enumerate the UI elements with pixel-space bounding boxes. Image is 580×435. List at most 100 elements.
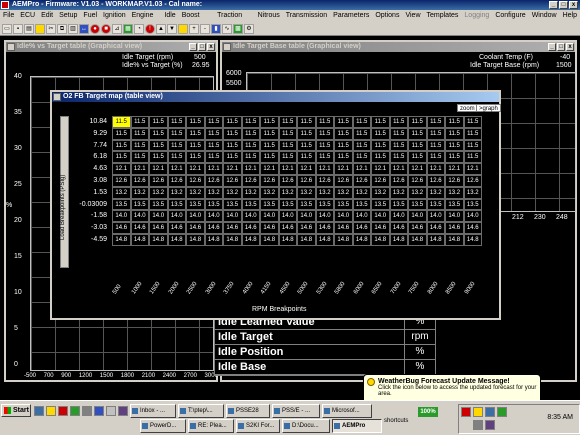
map-cell[interactable]: 11.5	[167, 127, 186, 140]
map-cell[interactable]: 11.5	[334, 151, 353, 164]
menu-engine-start[interactable]: Engine Start	[129, 10, 162, 31]
app-launch-icon[interactable]	[58, 406, 68, 416]
map-cell[interactable]: 11.5	[389, 116, 408, 128]
map-cell[interactable]: 14.8	[130, 233, 149, 246]
menu-templates[interactable]: Templates	[424, 10, 462, 22]
rpm-breakpoint[interactable]: 5000	[297, 277, 313, 295]
map-cell[interactable]: 14.6	[297, 222, 316, 234]
map-cell[interactable]: 12.6	[408, 174, 427, 187]
connect-icon[interactable]: ↔	[79, 23, 89, 34]
printer-icon[interactable]	[485, 420, 495, 430]
map-cell[interactable]: 13.5	[445, 198, 464, 211]
settings-icon[interactable]: ⚙	[244, 23, 254, 34]
map-cell[interactable]: 14.0	[130, 210, 149, 223]
map-cell[interactable]: 13.2	[260, 186, 279, 199]
map-cell[interactable]: 14.8	[463, 233, 482, 246]
rpm-breakpoint[interactable]: 4150	[260, 277, 276, 295]
map-cell[interactable]: 11.5	[426, 127, 445, 140]
map-cell[interactable]: 14.8	[389, 233, 408, 246]
map-cell[interactable]: 14.8	[371, 233, 390, 246]
o2-map-title-bar[interactable]: O2 FB Target map (table view)	[52, 92, 499, 102]
map-cell[interactable]: 12.1	[334, 163, 353, 175]
map-cell[interactable]: 11.5	[112, 116, 131, 128]
map-cell[interactable]: 14.6	[334, 222, 353, 234]
map-cell[interactable]: 11.5	[445, 127, 464, 140]
minimize-button[interactable]: _	[548, 43, 556, 51]
map-cell[interactable]: 13.2	[445, 186, 464, 199]
map-cell[interactable]: 12.1	[297, 163, 316, 175]
map-cell[interactable]: 14.0	[223, 210, 242, 223]
map-cell[interactable]: 13.5	[352, 198, 371, 211]
cut-icon[interactable]: ✂	[46, 23, 56, 34]
load-breakpoint[interactable]: 7.74	[72, 140, 110, 152]
load-breakpoint[interactable]: -4.59	[72, 234, 110, 246]
rpm-breakpoint[interactable]: 3000	[205, 277, 221, 295]
tray-alert-icon[interactable]	[461, 407, 471, 417]
map-cell[interactable]: 12.6	[167, 174, 186, 187]
map-cell[interactable]: 11.5	[223, 139, 242, 152]
load-breakpoint[interactable]: 3.08	[72, 175, 110, 187]
map-cell[interactable]: 11.5	[204, 116, 223, 128]
map-cell[interactable]: 13.2	[334, 186, 353, 199]
menu-parameters[interactable]: Parameters	[330, 10, 372, 22]
map-cell[interactable]: 13.2	[371, 186, 390, 199]
map-cell[interactable]: 11.5	[112, 139, 131, 152]
alert-icon[interactable]: !	[145, 23, 155, 34]
key-icon[interactable]	[178, 23, 188, 34]
start-button[interactable]: Start	[1, 404, 31, 417]
map-cell[interactable]: 12.6	[223, 174, 242, 187]
map-cell[interactable]: 12.1	[389, 163, 408, 175]
map-cell[interactable]: 11.5	[186, 127, 205, 140]
maximize-button[interactable]: □	[198, 43, 206, 51]
map-cell[interactable]: 12.6	[186, 174, 205, 187]
map-cell[interactable]: 11.5	[241, 116, 260, 128]
clock[interactable]: 8:35 AM	[547, 414, 573, 421]
rpm-breakpoint[interactable]: 7500	[408, 277, 424, 295]
map-cell[interactable]: 12.6	[371, 174, 390, 187]
map-cell[interactable]: 14.0	[186, 210, 205, 223]
map-cell[interactable]: 12.1	[130, 163, 149, 175]
menu-nitrous[interactable]: Nitrous	[255, 10, 283, 22]
rpm-breakpoint[interactable]: 8000	[427, 277, 443, 295]
map-cell[interactable]: 11.5	[408, 139, 427, 152]
close-button[interactable]: x	[566, 43, 574, 51]
menu-traction-control[interactable]: Traction Control	[214, 10, 254, 31]
map-cell[interactable]: 11.5	[167, 116, 186, 128]
map-cell[interactable]: 14.8	[352, 233, 371, 246]
map-cell[interactable]: 13.2	[408, 186, 427, 199]
map-cell[interactable]: 12.6	[112, 174, 131, 187]
scope-icon[interactable]: ∿	[222, 23, 232, 34]
map-cell[interactable]: 11.5	[463, 116, 482, 128]
network-icon[interactable]	[485, 407, 495, 417]
map-cell[interactable]: 13.5	[167, 198, 186, 211]
map-cell[interactable]: 14.0	[315, 210, 334, 223]
map-cell[interactable]: 11.5	[297, 139, 316, 152]
map-cell[interactable]: 12.6	[204, 174, 223, 187]
map-cell[interactable]: 14.6	[278, 222, 297, 234]
taskbar-button[interactable]: AEMPro	[332, 419, 382, 433]
taskbar-button[interactable]: PowerD...	[140, 419, 186, 433]
map-cell[interactable]: 12.1	[445, 163, 464, 175]
map-cell[interactable]: 13.5	[278, 198, 297, 211]
map-cell[interactable]: 14.8	[278, 233, 297, 246]
map-cell[interactable]: 13.2	[278, 186, 297, 199]
map-cell[interactable]: 11.5	[278, 116, 297, 128]
map-cell[interactable]: 11.5	[186, 139, 205, 152]
taskbar-button[interactable]: D:\Docu...	[282, 419, 330, 433]
map-cell[interactable]: 11.5	[130, 127, 149, 140]
map-cell[interactable]: 12.1	[167, 163, 186, 175]
close-button[interactable]: x	[207, 43, 215, 51]
map-cell[interactable]: 11.5	[426, 139, 445, 152]
map-icon[interactable]: ▩	[233, 23, 243, 34]
map-cell[interactable]: 11.5	[241, 127, 260, 140]
map-cell[interactable]: 11.5	[112, 127, 131, 140]
menu-ecu[interactable]: ECU	[17, 10, 38, 22]
minimize-button[interactable]: _	[549, 1, 558, 9]
map-cell[interactable]: 11.5	[167, 139, 186, 152]
save-icon[interactable]: ▪	[13, 23, 23, 34]
map-cell[interactable]: 13.2	[186, 186, 205, 199]
map-cell[interactable]: 11.5	[130, 151, 149, 164]
map-cell[interactable]: 11.5	[445, 139, 464, 152]
o2-target-cell-grid[interactable]: 11.5 11.5 11.5 11.5 11.5 11.5 11.5 11.5 11.5 11.5…	[112, 116, 482, 246]
map-cell[interactable]: 14.0	[352, 210, 371, 223]
